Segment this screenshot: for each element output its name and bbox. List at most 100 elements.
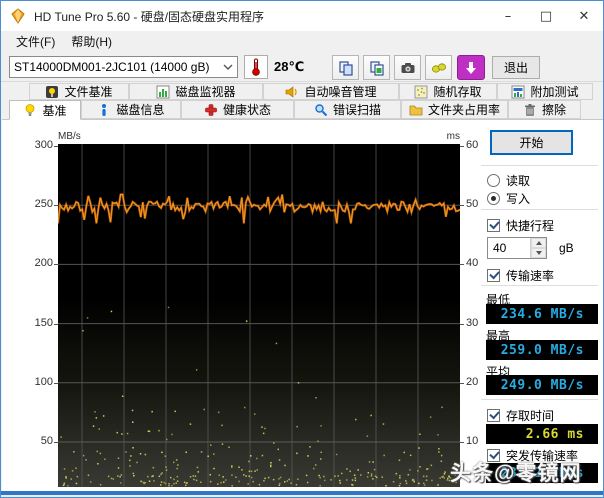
transfer-rate-row[interactable]: 传输速率 — [487, 267, 554, 283]
axis-tick-mark — [54, 382, 58, 384]
radio-read[interactable] — [487, 173, 500, 187]
avg-value-display: 249.0 MB/s — [486, 375, 598, 395]
tab-health[interactable]: 健康状态 — [181, 100, 294, 119]
start-button-label: 开始 — [519, 136, 544, 150]
left-axis-unit: MB/s — [58, 131, 81, 142]
health-cross-icon — [205, 103, 217, 116]
start-button[interactable]: 开始 — [490, 130, 573, 155]
download-arrow-icon — [466, 61, 476, 74]
camera-icon — [401, 62, 414, 73]
maximize-button[interactable]: □ — [527, 1, 565, 31]
max-value: 259.0 MB/s — [500, 342, 584, 358]
tab-disk-info[interactable]: 磁盘信息 — [81, 100, 181, 119]
axis-tick-label: 300 — [34, 139, 53, 151]
window-title: HD Tune Pro 5.60 - 硬盘/固态硬盘实用程序 — [34, 9, 265, 24]
speaker-icon — [286, 85, 298, 98]
menu-help[interactable]: 帮助(H) — [63, 31, 120, 52]
file-benchmark-icon — [46, 85, 59, 98]
exit-button[interactable]: 退出 — [492, 56, 540, 79]
close-button[interactable]: ✕ — [565, 1, 603, 31]
axis-tick-mark — [460, 323, 464, 325]
separator — [481, 209, 598, 210]
axis-tick-mark — [460, 205, 464, 207]
minimize-button[interactable]: – — [489, 1, 527, 31]
tab-label: 文件夹占用率 — [427, 103, 500, 117]
app-icon — [11, 8, 25, 24]
access-time-label: 存取时间 — [506, 408, 555, 423]
thermometer-icon — [252, 58, 260, 76]
radio-write-row[interactable]: 写入 — [487, 190, 530, 206]
favorites-button[interactable] — [425, 55, 452, 80]
radio-write-label: 写入 — [506, 191, 531, 206]
short-stroke-value[interactable]: 40 — [488, 238, 530, 258]
min-value-display: 234.6 MB/s — [486, 304, 598, 324]
watermark: 头条@零镜网 — [450, 462, 582, 485]
update-check-button[interactable] — [457, 55, 485, 80]
tab-label: 错误扫描 — [332, 103, 381, 117]
temperature-button[interactable] — [244, 55, 268, 79]
axis-tick-label: 150 — [34, 316, 53, 329]
copy-to-clipboard-button[interactable] — [332, 55, 359, 80]
tab-label: 磁盘信息 — [116, 103, 165, 117]
folder-icon — [409, 105, 423, 115]
tab-random-access[interactable]: 随机存取 — [399, 83, 497, 100]
separator — [481, 165, 598, 166]
axis-tick-mark — [460, 146, 464, 147]
copy-image-icon — [369, 60, 384, 76]
axis-tick-mark — [54, 264, 58, 266]
access-time-row[interactable]: 存取时间 — [487, 407, 554, 423]
access-time-checkbox[interactable] — [487, 408, 500, 422]
tab-label: 随机存取 — [433, 85, 482, 99]
short-stroke-label: 快捷行程 — [506, 218, 555, 233]
tab-disk-monitor[interactable]: 磁盘监视器 — [129, 83, 263, 100]
menu-file[interactable]: 文件(F) — [8, 31, 63, 52]
axis-tick-label: 50 — [466, 198, 479, 211]
trash-icon — [524, 103, 535, 116]
transfer-rate-label: 传输速率 — [506, 268, 555, 283]
axis-tick-label: 20 — [466, 375, 479, 388]
tab-auto-acoustic[interactable]: 自动噪音管理 — [263, 83, 399, 100]
radio-read-row[interactable]: 读取 — [487, 172, 530, 188]
screenshot-button[interactable] — [394, 55, 421, 80]
toolbar: ST14000DM001-2JC101 (14000 gB) 28℃ 退出 — [1, 52, 603, 81]
drive-select-value: ST14000DM001-2JC101 (14000 gB) — [14, 60, 210, 74]
short-stroke-row[interactable]: 快捷行程 — [487, 217, 554, 233]
short-stroke-field[interactable]: 40 — [487, 237, 547, 259]
disk-monitor-icon — [156, 85, 170, 98]
spin-up-button[interactable] — [531, 238, 546, 248]
binoculars-icon — [431, 62, 446, 73]
short-stroke-checkbox[interactable] — [487, 218, 500, 232]
axis-tick-label: 50 — [40, 435, 53, 447]
axis-tick-mark — [460, 442, 464, 443]
tab-extra-tests[interactable]: 附加测试 — [497, 83, 593, 100]
magnifier-icon — [315, 103, 328, 116]
axis-tick-mark — [460, 382, 464, 384]
tab-label: 健康状态 — [222, 103, 271, 117]
toolbar-separator — [1, 81, 603, 82]
tab-folder-usage[interactable]: 文件夹占用率 — [401, 100, 508, 119]
axis-tick-label: 10 — [466, 435, 479, 447]
benchmark-plot-frame — [56, 144, 461, 487]
axis-tick-label: 200 — [34, 257, 53, 270]
separator — [481, 285, 598, 286]
tab-error-scan[interactable]: 错误扫描 — [294, 100, 401, 119]
axis-tick-label: 250 — [34, 198, 53, 211]
tab-benchmark[interactable]: 基准 — [9, 100, 81, 120]
tab-label: 磁盘监视器 — [175, 85, 236, 99]
drive-select[interactable]: ST14000DM001-2JC101 (14000 gB) — [9, 56, 238, 78]
copy-screenshot-button[interactable] — [363, 55, 390, 80]
extra-tests-icon — [511, 85, 525, 98]
disk-info-icon — [102, 103, 107, 116]
min-value: 234.6 MB/s — [500, 306, 584, 322]
axis-tick-mark — [54, 146, 58, 147]
tab-label: 文件基准 — [64, 85, 113, 99]
axis-tick-label: 30 — [466, 316, 479, 329]
menu-bar: 文件(F) 帮助(H) — [1, 31, 603, 52]
exit-button-label: 退出 — [503, 61, 528, 75]
axis-tick-label: 40 — [466, 257, 479, 270]
transfer-rate-checkbox[interactable] — [487, 268, 500, 282]
tab-erase[interactable]: 擦除 — [508, 100, 581, 119]
tab-file-benchmark[interactable]: 文件基准 — [29, 83, 129, 100]
benchmark-icon — [26, 104, 35, 116]
spin-down-button[interactable] — [531, 248, 546, 258]
